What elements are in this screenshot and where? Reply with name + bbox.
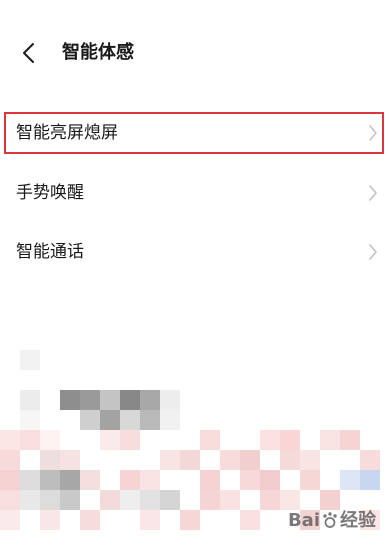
mosaic-tile xyxy=(60,390,80,410)
mosaic-tile xyxy=(120,390,140,410)
mosaic-tile xyxy=(140,390,160,410)
mosaic-tile xyxy=(80,410,100,430)
mosaic-tile xyxy=(40,430,60,450)
mosaic-tile xyxy=(280,490,300,510)
mosaic-tile xyxy=(140,470,160,490)
mosaic-tile xyxy=(260,470,280,490)
mosaic-tile xyxy=(240,470,260,490)
mosaic-tile xyxy=(120,470,140,490)
mosaic-tile xyxy=(40,510,60,530)
menu-item-label: 手势唤醒 xyxy=(16,183,84,203)
mosaic-tile xyxy=(140,410,160,430)
menu-item-label: 智能通话 xyxy=(16,242,84,262)
chevron-right-icon xyxy=(368,124,378,142)
mosaic-tile xyxy=(340,430,360,450)
mosaic-tile xyxy=(120,410,140,430)
mosaic-tile xyxy=(0,510,20,530)
mosaic-tile xyxy=(0,470,20,490)
mosaic-tile xyxy=(300,450,320,470)
mosaic-tile xyxy=(340,470,360,490)
mosaic-tile xyxy=(20,390,40,410)
mosaic-tile xyxy=(20,430,40,450)
mosaic-tile xyxy=(20,350,40,370)
mosaic-tile xyxy=(360,470,380,490)
mosaic-tile xyxy=(240,510,260,530)
page-title: 智能体感 xyxy=(62,42,134,63)
mosaic-tile xyxy=(120,430,140,450)
chevron-right-icon xyxy=(368,243,378,261)
mosaic-tile xyxy=(360,450,380,470)
watermark-logo: Bai 经验 xyxy=(287,510,376,531)
chevron-left-icon xyxy=(23,43,34,63)
mosaic-tile xyxy=(40,450,60,470)
mosaic-tile xyxy=(180,450,200,470)
mosaic-tile xyxy=(200,430,220,450)
mosaic-tile xyxy=(180,510,200,530)
mosaic-tile xyxy=(60,450,80,470)
mosaic-tile xyxy=(0,490,20,510)
mosaic-tile xyxy=(0,450,20,470)
mosaic-tile xyxy=(140,490,160,510)
mosaic-tile xyxy=(160,390,180,410)
menu-item-label: 智能亮屏熄屏 xyxy=(16,123,118,143)
mosaic-tile xyxy=(160,490,180,510)
mosaic-tile xyxy=(80,390,100,410)
header: 智能体感 xyxy=(0,30,390,76)
mosaic-tile xyxy=(200,470,220,490)
mosaic-tile xyxy=(100,390,120,410)
mosaic-tile xyxy=(280,450,300,470)
menu-item-gesture-wake[interactable]: 手势唤醒 xyxy=(0,165,390,221)
mosaic-tile xyxy=(320,430,340,450)
mosaic-tile xyxy=(220,450,240,470)
mosaic-tile xyxy=(40,490,60,510)
mosaic-tile xyxy=(100,410,120,430)
mosaic-tile xyxy=(260,490,280,510)
menu-item-smart-call[interactable]: 智能通话 xyxy=(0,224,390,280)
mosaic-tile xyxy=(20,490,40,510)
mosaic-tile xyxy=(320,490,340,510)
mosaic-tile xyxy=(120,490,140,510)
back-button[interactable] xyxy=(14,38,44,68)
menu-item-smart-screen[interactable]: 智能亮屏熄屏 xyxy=(0,105,390,161)
mosaic-tile xyxy=(240,450,260,470)
mosaic-tile xyxy=(20,470,40,490)
mosaic-tile xyxy=(100,490,120,510)
mosaic-tile xyxy=(40,470,60,490)
mosaic-tile xyxy=(200,490,220,510)
mosaic-tile xyxy=(140,510,160,530)
screen: 智能体感 智能亮屏熄屏 手势唤醒 智能通话 Bai 经验 xyxy=(0,0,390,550)
mosaic-tile xyxy=(160,450,180,470)
mosaic-tile xyxy=(60,490,80,510)
mosaic-tile xyxy=(80,470,100,490)
mosaic-tile xyxy=(220,490,240,510)
mosaic-tile xyxy=(20,410,40,430)
mosaic-tile xyxy=(80,510,100,530)
mosaic-tile xyxy=(0,430,20,450)
mosaic-tile xyxy=(160,410,180,430)
mosaic-tile xyxy=(60,470,80,490)
chevron-right-icon xyxy=(368,184,378,202)
paw-icon xyxy=(323,512,337,528)
mosaic-tile xyxy=(260,430,280,450)
mosaic-tile xyxy=(100,430,120,450)
mosaic-tile xyxy=(280,430,300,450)
mosaic-tile xyxy=(300,470,320,490)
